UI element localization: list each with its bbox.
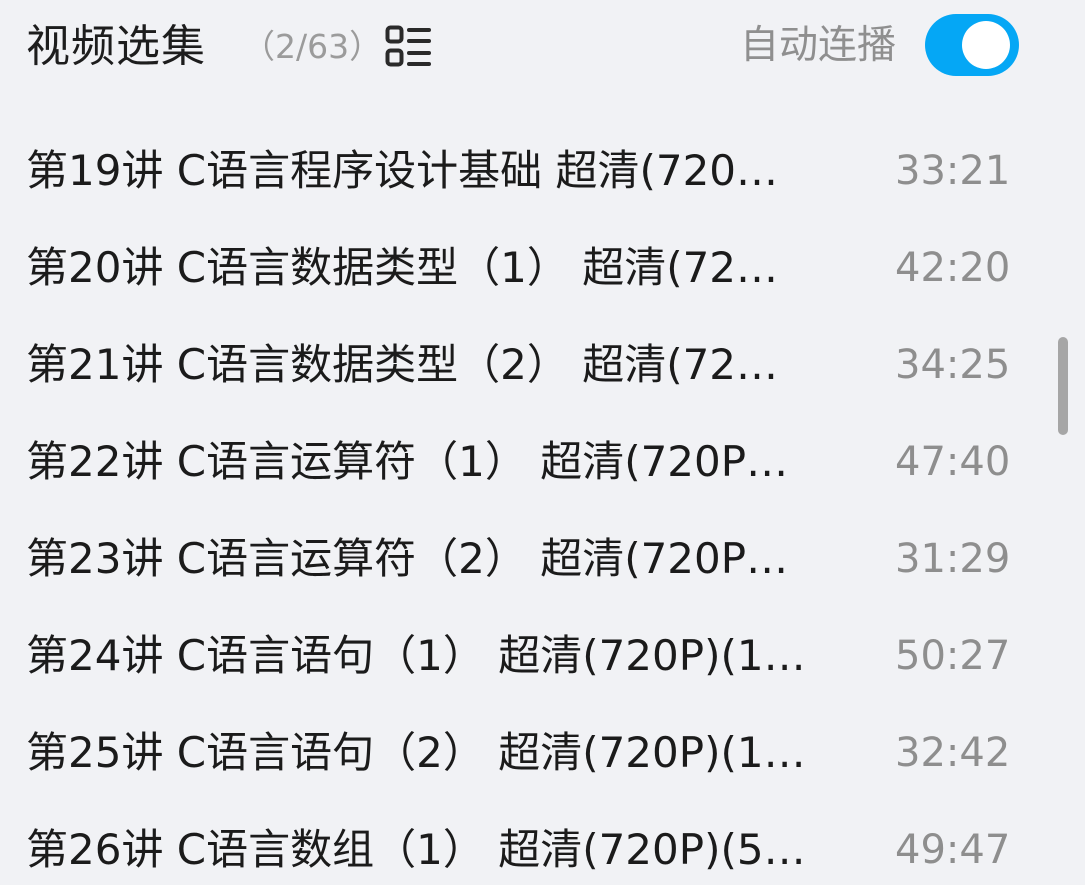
episode-item[interactable]: 第21讲 C语言数据类型（2） 超清(72… 34:25 — [0, 318, 1085, 415]
episode-header: 视频选集 （2/63） 自动连播 — [0, 0, 1085, 100]
episode-title: 第25讲 C语言语句（2） 超清(720P)(1… — [26, 728, 806, 777]
episode-item[interactable]: 第19讲 C语言程序设计基础 超清(720… 33:21 — [0, 124, 1085, 221]
episode-item[interactable]: 第22讲 C语言运算符（1） 超清(720P… 47:40 — [0, 415, 1085, 512]
episode-title: 第23讲 C语言运算符（2） 超清(720P… — [26, 534, 789, 583]
episode-item[interactable]: 第23讲 C语言运算符（2） 超清(720P… 31:29 — [0, 512, 1085, 609]
autoplay-label: 自动连播 — [740, 23, 897, 68]
episode-item[interactable]: 第24讲 C语言语句（1） 超清(720P)(1… 50:27 — [0, 609, 1085, 706]
episode-duration: 34:25 — [895, 342, 1011, 388]
episode-title: 第20讲 C语言数据类型（1） 超清(72… — [26, 243, 779, 292]
episode-title: 第22讲 C语言运算符（1） 超清(720P… — [26, 437, 789, 486]
episode-duration: 47:40 — [895, 439, 1011, 485]
list-view-icon[interactable] — [385, 25, 431, 67]
episode-duration: 50:27 — [895, 633, 1011, 679]
episode-duration: 49:47 — [895, 827, 1011, 873]
episode-panel: 视频选集 （2/63） 自动连播 第19讲 C语言程序设计基础 超清(720… … — [0, 0, 1085, 885]
episode-title: 第19讲 C语言程序设计基础 超清(720… — [26, 146, 779, 195]
episode-duration: 32:42 — [895, 730, 1011, 776]
episode-duration: 42:20 — [895, 245, 1011, 291]
episode-count: （2/63） — [242, 27, 383, 66]
episode-item[interactable]: 第25讲 C语言语句（2） 超清(720P)(1… 32:42 — [0, 706, 1085, 803]
episode-title: 第26讲 C语言数组（1） 超清(720P)(5… — [26, 825, 806, 874]
scrollbar-thumb[interactable] — [1058, 337, 1068, 435]
episode-duration: 31:29 — [895, 536, 1011, 582]
episode-title: 第24讲 C语言语句（1） 超清(720P)(1… — [26, 631, 806, 680]
list-view-icon-box-top — [385, 25, 404, 44]
episode-title: 第21讲 C语言数据类型（2） 超清(72… — [26, 340, 779, 389]
toggle-knob — [962, 21, 1010, 69]
episode-item[interactable]: 第20讲 C语言数据类型（1） 超清(72… 42:20 — [0, 221, 1085, 318]
episode-list: 第19讲 C语言程序设计基础 超清(720… 33:21 第20讲 C语言数据类… — [0, 124, 1085, 885]
list-view-icon-box-bottom — [385, 48, 404, 67]
panel-title: 视频选集 — [26, 21, 206, 72]
episode-item[interactable]: 第26讲 C语言数组（1） 超清(720P)(5… 49:47 — [0, 803, 1085, 885]
autoplay-toggle[interactable] — [925, 14, 1019, 76]
episode-duration: 33:21 — [895, 148, 1011, 194]
